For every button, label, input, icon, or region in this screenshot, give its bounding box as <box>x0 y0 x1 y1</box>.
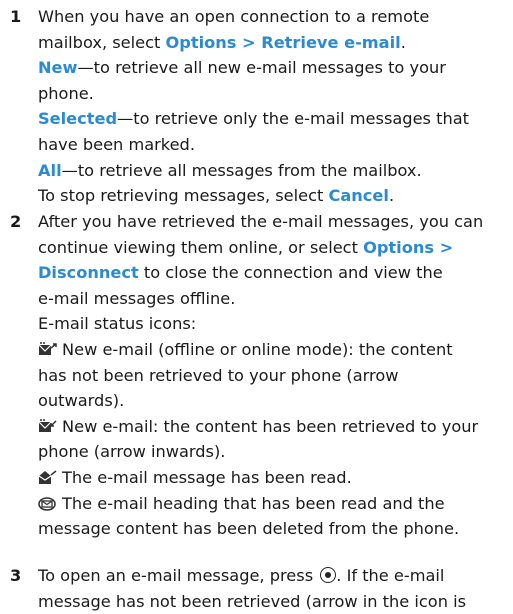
read-email-icon <box>38 470 57 484</box>
step-2-line: After you have retrieved the e-mail mess… <box>38 212 484 231</box>
text: continue viewing them online, or select <box>38 237 364 257</box>
text: The e-mail heading that has been read an… <box>62 493 445 513</box>
icon-description: The e-mail message has been read. <box>38 465 508 491</box>
step-1-line: To stop retrieving messages, select Canc… <box>38 183 508 209</box>
text: to close the connection and view the <box>138 263 443 283</box>
step-2-line: Disconnect to close the connection and v… <box>38 260 508 286</box>
selection-key-icon <box>320 567 337 583</box>
text: mailbox, select <box>38 32 166 52</box>
option-all: All—to retrieve all messages from the ma… <box>38 158 508 184</box>
text: . If the e-mail <box>336 566 445 585</box>
text: New e-mail (offline or online mode): the… <box>62 339 453 359</box>
new-email-not-retrieved-icon <box>38 341 57 355</box>
cancel-keyword: Cancel <box>328 186 389 206</box>
text: —to retrieve all new e-mail messages to … <box>77 58 446 78</box>
step-number: 3 <box>10 566 22 585</box>
icon-description: New e-mail: the content has been retriev… <box>38 414 508 440</box>
step-2-line: continue viewing them online, or select … <box>38 235 508 261</box>
icon-description: has not been retrieved to your phone (ar… <box>38 365 399 385</box>
step-1-line: have been marked. <box>38 134 195 154</box>
option-selected-label: Selected <box>38 109 118 129</box>
step-2-line: e-mail messages offline. <box>38 288 236 308</box>
icon-description: outwards). <box>38 391 125 411</box>
icon-description: phone (arrow inwards). <box>38 442 226 462</box>
step-number: 2 <box>10 212 22 231</box>
text: The e-mail message has been read. <box>62 467 352 487</box>
disconnect-keyword: Disconnect <box>38 263 139 283</box>
text: —to retrieve all messages from the mailb… <box>61 160 422 180</box>
step-1-line: phone. <box>38 83 94 103</box>
step-3-line: message has not been retrieved (arrow in… <box>38 591 467 611</box>
step-1-body: When you have an open connection to a re… <box>38 4 508 209</box>
deleted-content-icon <box>38 496 56 511</box>
icons-heading: E-mail status icons: <box>38 314 197 334</box>
option-all-label: All <box>38 160 62 180</box>
option-selected: Selected—to retrieve only the e-mail mes… <box>38 106 508 132</box>
icon-description: message content has been deleted from th… <box>38 519 460 539</box>
text: . <box>400 32 406 52</box>
manual-page: 1 When you have an open connection to a … <box>0 0 513 614</box>
icon-description: The e-mail heading that has been read an… <box>38 491 508 517</box>
text: . <box>388 186 395 206</box>
menu-path-options: Options > <box>363 237 454 257</box>
step-number: 1 <box>10 7 22 26</box>
step-3-body: To open an e-mail message, press . If th… <box>38 563 508 614</box>
new-email-retrieved-icon <box>38 418 57 432</box>
step-1-line: When you have an open connection to a re… <box>38 7 430 26</box>
text: To open an e-mail message, press <box>38 566 319 585</box>
option-new-label: New <box>38 58 78 78</box>
step-2-body: After you have retrieved the e-mail mess… <box>38 209 508 542</box>
text: New e-mail: the content has been retriev… <box>62 416 479 436</box>
option-new: New—to retrieve all new e-mail messages … <box>38 55 508 81</box>
text: To stop retrieving messages, select <box>38 186 329 206</box>
text: —to retrieve only the e-mail messages th… <box>117 109 469 129</box>
step-1-line: mailbox, select Options > Retrieve e-mai… <box>38 30 508 56</box>
menu-path-retrieve-email: Options > Retrieve e-mail <box>165 32 401 52</box>
step-3-line: To open an e-mail message, press . If th… <box>38 563 508 589</box>
icon-description: New e-mail (offline or online mode): the… <box>38 337 508 363</box>
